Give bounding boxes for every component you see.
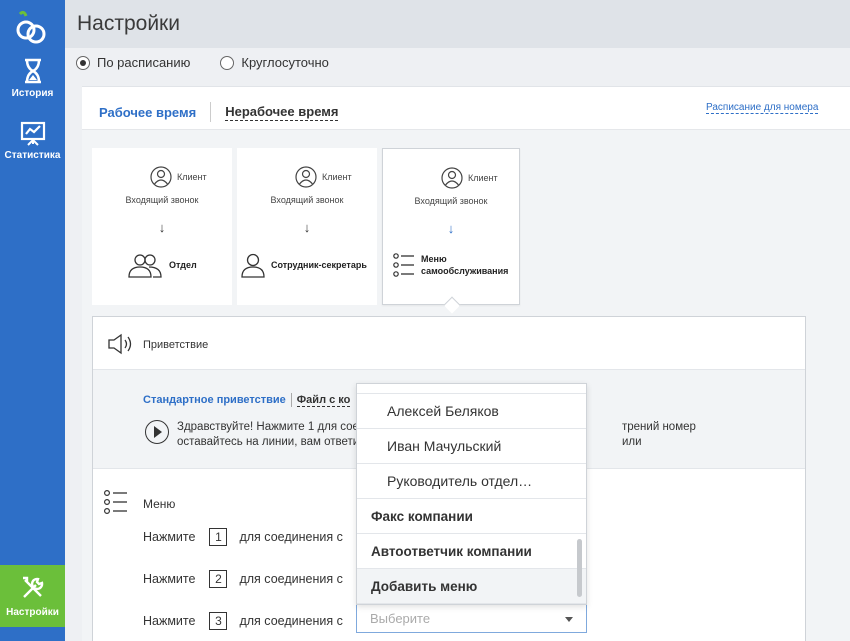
radio-schedule-label: По расписанию xyxy=(97,55,191,70)
user-circle-icon xyxy=(295,166,317,188)
connect-text: для соединения с xyxy=(239,614,343,628)
menu-row-3: Нажмите 3 для соединения с xyxy=(143,612,343,630)
client-text: Клиент xyxy=(177,172,207,182)
user-circle-icon xyxy=(441,167,463,189)
connect-text: для соединения с xyxy=(239,530,343,544)
tab-standard-greeting[interactable]: Стандартное приветствие xyxy=(143,394,286,406)
client-text: Клиент xyxy=(322,172,352,182)
destination-dropdown-list[interactable]: Алексей Беляков Иван Мачульский Руководи… xyxy=(356,383,587,605)
target-ivr-menu: Меню самообслуживания xyxy=(393,253,508,277)
nav-settings[interactable]: Настройки xyxy=(0,565,65,627)
radio-allday-label: Круглосуточно xyxy=(241,55,329,70)
menu-row-2: Нажмите 2 для соединения с xyxy=(143,570,343,588)
route-card-department[interactable]: Клиент Входящий звонок ↓ Отдел xyxy=(92,148,232,305)
tab-nonwork-time[interactable]: Нерабочее время xyxy=(225,104,339,121)
menu-row-1: Нажмите 1 для соединения с xyxy=(143,528,343,546)
time-tabs: Рабочее время Нерабочее время xyxy=(99,102,339,122)
target-secretary-label: Сотрудник-секретарь xyxy=(271,260,367,270)
tab-divider xyxy=(210,102,212,122)
target-secretary: Сотрудник-секретарь xyxy=(241,252,367,278)
target-department-label: Отдел xyxy=(169,260,197,270)
target-ivr-line1: Меню xyxy=(421,254,447,264)
radio-allday[interactable]: Круглосуточно xyxy=(220,55,329,70)
nav-settings-label: Настройки xyxy=(6,607,59,618)
radio-allday-circle[interactable] xyxy=(220,55,235,70)
press-text: Нажмите xyxy=(143,572,196,586)
dropdown-option[interactable]: Руководитель отдел… xyxy=(357,464,586,499)
nav-history[interactable]: История xyxy=(0,58,65,99)
user-icon xyxy=(241,253,265,278)
greeting-text-line2: оставайтесь на линии, вам ответи xyxy=(177,436,360,448)
client-label: Клиент xyxy=(150,166,207,188)
mode-radio-group: По расписанию Круглосуточно xyxy=(76,55,329,70)
key-1-badge: 1 xyxy=(209,528,228,546)
user-circle-icon xyxy=(150,166,172,188)
dropdown-option-add-menu[interactable]: Добавить меню xyxy=(357,569,586,604)
radio-schedule[interactable]: По расписанию xyxy=(76,55,190,70)
greeting-text-line1-end: трений номер или xyxy=(622,421,696,448)
dropdown-option-autoresponder[interactable]: Автоответчик компании xyxy=(357,534,586,569)
dropdown-list-top xyxy=(357,384,586,394)
down-arrow-icon: ↓ xyxy=(303,220,311,235)
down-arrow-icon: ↓ xyxy=(447,221,455,236)
connect-text: для соединения с xyxy=(239,572,343,586)
client-label: Клиент xyxy=(295,166,352,188)
press-text: Нажмите xyxy=(143,530,196,544)
down-arrow-icon: ↓ xyxy=(158,220,166,235)
route-card-ivr-menu[interactable]: Клиент Входящий звонок ↓ Меню самообслуж… xyxy=(382,148,520,305)
greeting-header: Приветствие xyxy=(93,317,805,369)
tools-icon xyxy=(22,576,43,598)
dropdown-option-fax[interactable]: Факс компании xyxy=(357,499,586,534)
schedule-for-number-link[interactable]: Расписание для номера xyxy=(706,102,819,114)
hourglass-icon xyxy=(24,58,41,84)
menu-list-icon xyxy=(103,489,127,515)
greeting-label: Приветствие xyxy=(143,339,209,351)
nav-stats-label: Статистика xyxy=(4,150,61,161)
press-text: Нажмите xyxy=(143,614,196,628)
dropdown-scrollbar[interactable] xyxy=(577,539,582,597)
logo-icon xyxy=(16,10,46,44)
destination-select[interactable]: Выберите xyxy=(356,603,587,633)
incoming-call-text: Входящий звонок xyxy=(414,196,488,206)
tab-file-greeting[interactable]: Файл с ко xyxy=(296,394,351,407)
page-title: Настройки xyxy=(77,12,180,35)
chevron-down-icon[interactable] xyxy=(565,617,573,622)
group-icon xyxy=(128,254,162,278)
greeting-tab-divider xyxy=(290,393,292,407)
select-placeholder: Выберите xyxy=(370,611,431,626)
target-ivr-menu-label: Меню самообслуживания xyxy=(421,253,508,277)
sidebar: История Статистика Настройки xyxy=(0,0,65,641)
key-3-badge: 3 xyxy=(209,612,228,630)
incoming-call-text: Входящий звонок xyxy=(125,195,199,205)
nav-stats[interactable]: Статистика xyxy=(0,120,65,161)
radio-schedule-circle[interactable] xyxy=(76,55,90,70)
nav-history-label: История xyxy=(11,88,54,99)
greeting-tabs: Стандартное приветствие Файл с ко xyxy=(143,393,351,407)
menu-label: Меню xyxy=(143,497,176,511)
dropdown-option[interactable]: Иван Мачульский xyxy=(357,429,586,464)
incoming-call-text: Входящий звонок xyxy=(270,195,344,205)
target-ivr-line2: самообслуживания xyxy=(421,266,509,276)
greeting-text-line1: Здравствуйте! Нажмите 1 для соеди xyxy=(177,421,372,433)
speaker-icon xyxy=(108,333,132,355)
tab-work-time[interactable]: Рабочее время xyxy=(99,105,196,120)
play-button[interactable] xyxy=(145,420,169,444)
presentation-chart-icon xyxy=(20,121,45,146)
list-icon xyxy=(393,253,414,277)
route-card-secretary[interactable]: Клиент Входящий звонок ↓ Сотрудник-секре… xyxy=(237,148,377,305)
target-department: Отдел xyxy=(127,252,197,278)
dropdown-option[interactable]: Алексей Беляков xyxy=(357,394,586,429)
client-text: Клиент xyxy=(468,173,498,183)
key-2-badge: 2 xyxy=(209,570,228,588)
client-label: Клиент xyxy=(441,167,498,189)
page-header: Настройки xyxy=(65,0,850,48)
